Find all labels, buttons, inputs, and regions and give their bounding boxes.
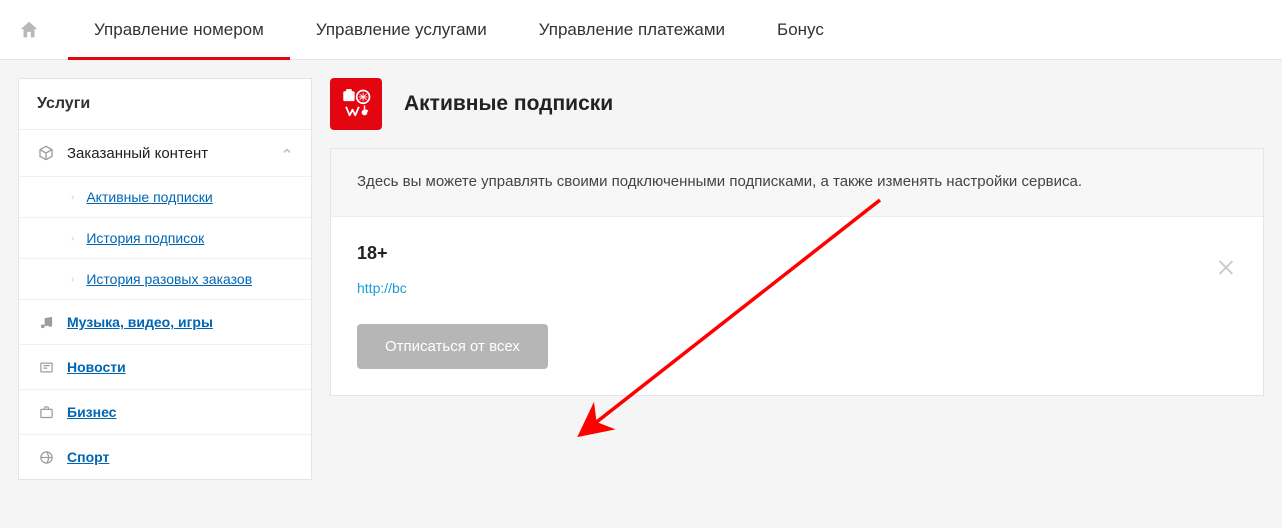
sport-icon: [37, 450, 55, 465]
briefcase-icon: [37, 405, 55, 420]
tab-services-management[interactable]: Управление услугами: [290, 0, 513, 59]
sidebar-link-news[interactable]: Новости: [19, 345, 311, 390]
page-title: Активные подписки: [404, 92, 613, 116]
home-icon[interactable]: [18, 19, 40, 41]
tab-bonus[interactable]: Бонус: [751, 0, 850, 59]
sidebar-link-media[interactable]: Музыка, видео, игры: [19, 300, 311, 345]
chevron-up-icon: [281, 144, 293, 162]
tab-number-management[interactable]: Управление номером: [68, 0, 290, 59]
sub-label: Активные подписки: [86, 189, 212, 205]
sidebar-section-ordered-content[interactable]: Заказанный контент: [19, 130, 311, 177]
main-content: Активные подписки Здесь вы можете управл…: [330, 78, 1264, 480]
sidebar-header: Услуги: [19, 79, 311, 130]
sidebar-sub-subscription-history[interactable]: › История подписок: [19, 218, 311, 259]
link-label: Спорт: [67, 449, 109, 465]
cube-icon: [37, 145, 55, 161]
subscription-title: 18+: [357, 243, 1237, 264]
subscription-link[interactable]: http://bc: [357, 280, 407, 296]
page: Услуги Заказанный контент › Активные под…: [0, 60, 1282, 498]
subscriptions-card: Здесь вы можете управлять своими подключ…: [330, 148, 1264, 396]
tab-label: Управление номером: [94, 20, 264, 40]
title-row: Активные подписки: [330, 78, 1264, 130]
sub-label: История подписок: [86, 230, 204, 246]
tab-label: Управление платежами: [539, 20, 725, 40]
news-icon: [37, 360, 55, 375]
remove-subscription-button[interactable]: [1215, 257, 1237, 284]
tab-label: Управление услугами: [316, 20, 487, 40]
sidebar-link-business[interactable]: Бизнес: [19, 390, 311, 435]
subscription-item: 18+ http://bc: [331, 217, 1263, 324]
sidebar-section-label: Заказанный контент: [67, 145, 208, 162]
tab-label: Бонус: [777, 20, 824, 40]
bullet-icon: ›: [71, 233, 74, 244]
link-label: Музыка, видео, игры: [67, 314, 213, 330]
link-label: Новости: [67, 359, 126, 375]
title-icon: [330, 78, 382, 130]
sidebar-sub-active-subscriptions[interactable]: › Активные подписки: [19, 177, 311, 218]
sub-label: История разовых заказов: [86, 271, 252, 287]
top-nav: Управление номером Управление услугами У…: [0, 0, 1282, 60]
tab-payments-management[interactable]: Управление платежами: [513, 0, 751, 59]
sidebar: Услуги Заказанный контент › Активные под…: [18, 78, 312, 480]
bullet-icon: ›: [71, 274, 74, 285]
sidebar-link-sport[interactable]: Спорт: [19, 435, 311, 479]
unsubscribe-all-button[interactable]: Отписаться от всех: [357, 324, 548, 369]
music-icon: [37, 315, 55, 330]
link-label: Бизнес: [67, 404, 116, 420]
sidebar-sub-order-history[interactable]: › История разовых заказов: [19, 259, 311, 300]
bullet-icon: ›: [71, 192, 74, 203]
card-notice: Здесь вы можете управлять своими подключ…: [331, 149, 1263, 217]
